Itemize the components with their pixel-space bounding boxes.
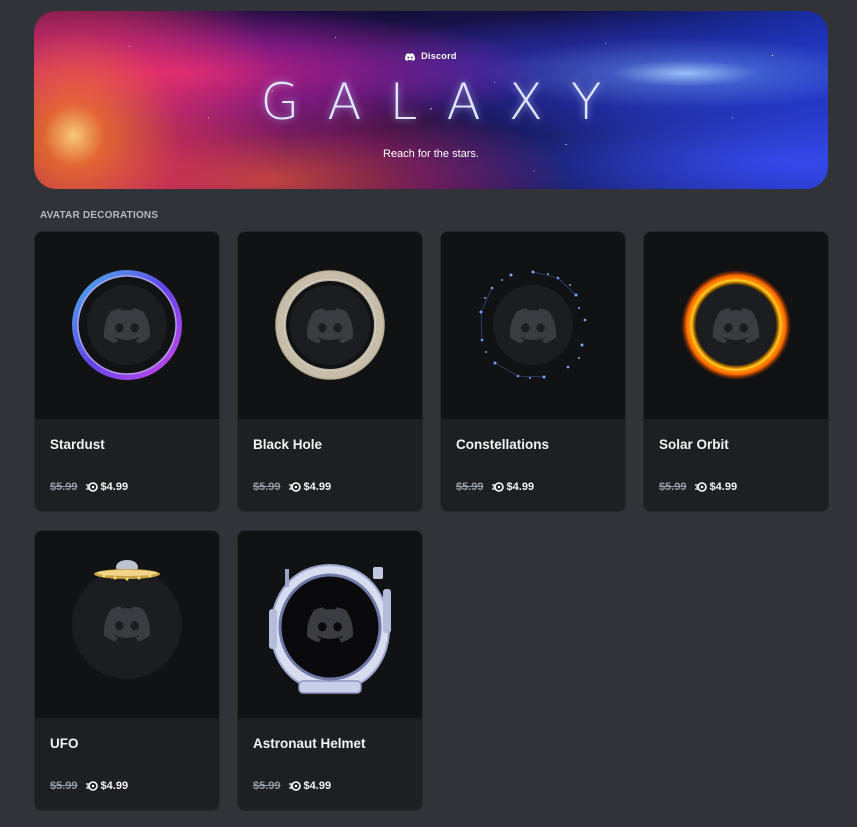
decoration-name: Astronaut Helmet (253, 736, 366, 751)
card-preview (35, 531, 219, 718)
discord-avatar-icon (713, 307, 759, 343)
card-preview (238, 232, 422, 419)
original-price: $5.99 (456, 481, 484, 493)
avatar (290, 285, 370, 365)
price-row: $5.99 $4.99 (253, 481, 331, 493)
decoration-name: Black Hole (253, 437, 323, 452)
discord-avatar-icon (307, 307, 353, 343)
decoration-name: UFO (50, 736, 79, 751)
banner-title: GALAXY (260, 73, 630, 131)
decoration-card-solar-orbit[interactable]: Solar Orbit $5.99 $4.99 (643, 231, 829, 512)
original-price: $5.99 (253, 481, 281, 493)
nitro-icon (694, 482, 707, 492)
ufo-icon (94, 560, 160, 581)
sale-price: $4.99 (506, 481, 535, 493)
avatar (493, 285, 573, 365)
decoration-name: Stardust (50, 437, 105, 452)
price-row: $5.99 $4.99 (50, 780, 128, 792)
discord-avatar-icon (307, 606, 353, 642)
avatar (696, 285, 776, 365)
original-price: $5.99 (659, 481, 687, 493)
banner-brand: Discord (34, 51, 828, 61)
nitro-icon (491, 482, 504, 492)
decoration-name: Constellations (456, 437, 550, 452)
discord-avatar-icon (510, 307, 556, 343)
discord-avatar-icon (104, 606, 150, 641)
card-preview (35, 232, 219, 419)
sale-price: $4.99 (100, 780, 129, 792)
discord-logo-icon (405, 53, 416, 61)
card-preview (238, 531, 422, 718)
decoration-card-black-hole[interactable]: Black Hole $5.99 $4.99 (237, 231, 423, 512)
card-preview (441, 232, 625, 419)
decoration-name: Solar Orbit (659, 437, 729, 452)
decoration-card-stardust[interactable]: Stardust $5.99 $4.99 (34, 231, 220, 512)
price-row: $5.99 $4.99 (456, 481, 534, 493)
card-preview (644, 232, 828, 419)
banner-subtitle: Reach for the stars. (383, 148, 479, 160)
decoration-card-ufo[interactable]: UFO $5.99 $4.99 (34, 530, 220, 811)
sale-price: $4.99 (303, 481, 332, 493)
price-row: $5.99 $4.99 (659, 481, 737, 493)
avatar (87, 285, 167, 365)
original-price: $5.99 (50, 481, 78, 493)
decoration-card-constellations[interactable]: Constellations $5.99 $4.99 (440, 231, 626, 512)
banner-brand-label: Discord (421, 51, 457, 61)
price-row: $5.99 $4.99 (50, 481, 128, 493)
sale-price: $4.99 (100, 481, 129, 493)
nitro-icon (288, 781, 301, 791)
decoration-card-astronaut-helmet[interactable]: Astronaut Helmet $5.99 $4.99 (237, 530, 423, 811)
sale-price: $4.99 (709, 481, 738, 493)
nitro-icon (288, 482, 301, 492)
discord-avatar-icon (104, 307, 150, 343)
section-heading: AVATAR DECORATIONS (40, 210, 159, 221)
nitro-icon (85, 781, 98, 791)
nitro-icon (85, 482, 98, 492)
original-price: $5.99 (253, 780, 281, 792)
avatar (290, 584, 370, 664)
price-row: $5.99 $4.99 (253, 780, 331, 792)
original-price: $5.99 (50, 780, 78, 792)
galaxy-banner: Discord GALAXY Reach for the stars. (34, 11, 828, 189)
sale-price: $4.99 (303, 780, 332, 792)
